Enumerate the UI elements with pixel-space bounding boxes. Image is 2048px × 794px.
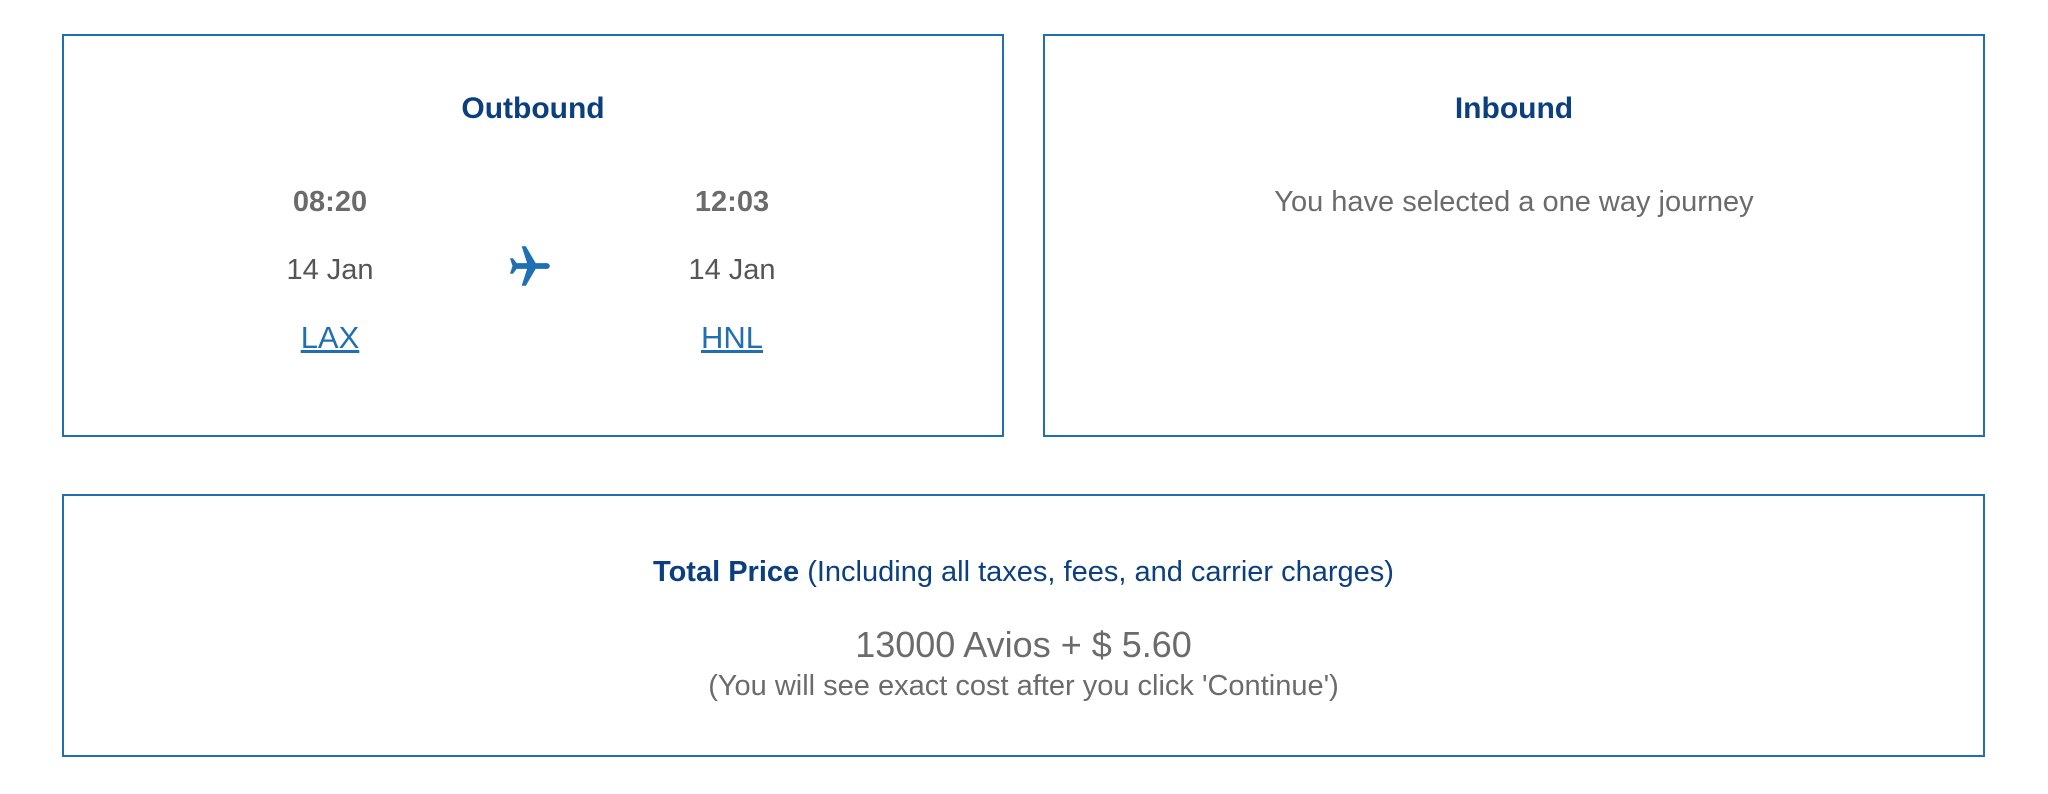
departure-time: 08:20 bbox=[292, 186, 368, 218]
price-note: (You will see exact cost after you click… bbox=[708, 670, 1339, 702]
one-way-message: You have selected a one way journey bbox=[1274, 186, 1754, 218]
total-price-panel: Total Price (Including all taxes, fees, … bbox=[62, 494, 1985, 757]
arrival-airport-link[interactable]: HNL bbox=[632, 320, 832, 356]
departure-airport-link[interactable]: LAX bbox=[230, 320, 430, 356]
arrival-time: 12:03 bbox=[694, 186, 770, 218]
outbound-panel: Outbound 08:20 14 Jan LAX 12:03 14 Jan H… bbox=[62, 34, 1004, 437]
airplane-icon bbox=[510, 246, 550, 286]
total-price-qualifier: (Including all taxes, fees, and carrier … bbox=[799, 556, 1394, 588]
total-price-heading: Total Price (Including all taxes, fees, … bbox=[64, 556, 1983, 589]
outbound-title: Outbound bbox=[461, 92, 605, 125]
arrival-date: 14 Jan bbox=[688, 254, 776, 286]
total-price-label: Total Price bbox=[653, 556, 800, 588]
departure-date: 14 Jan bbox=[286, 254, 374, 286]
inbound-title: Inbound bbox=[1454, 92, 1574, 125]
price-amount: 13000 Avios + $ 5.60 bbox=[855, 624, 1192, 665]
inbound-panel: Inbound You have selected a one way jour… bbox=[1043, 34, 1985, 437]
